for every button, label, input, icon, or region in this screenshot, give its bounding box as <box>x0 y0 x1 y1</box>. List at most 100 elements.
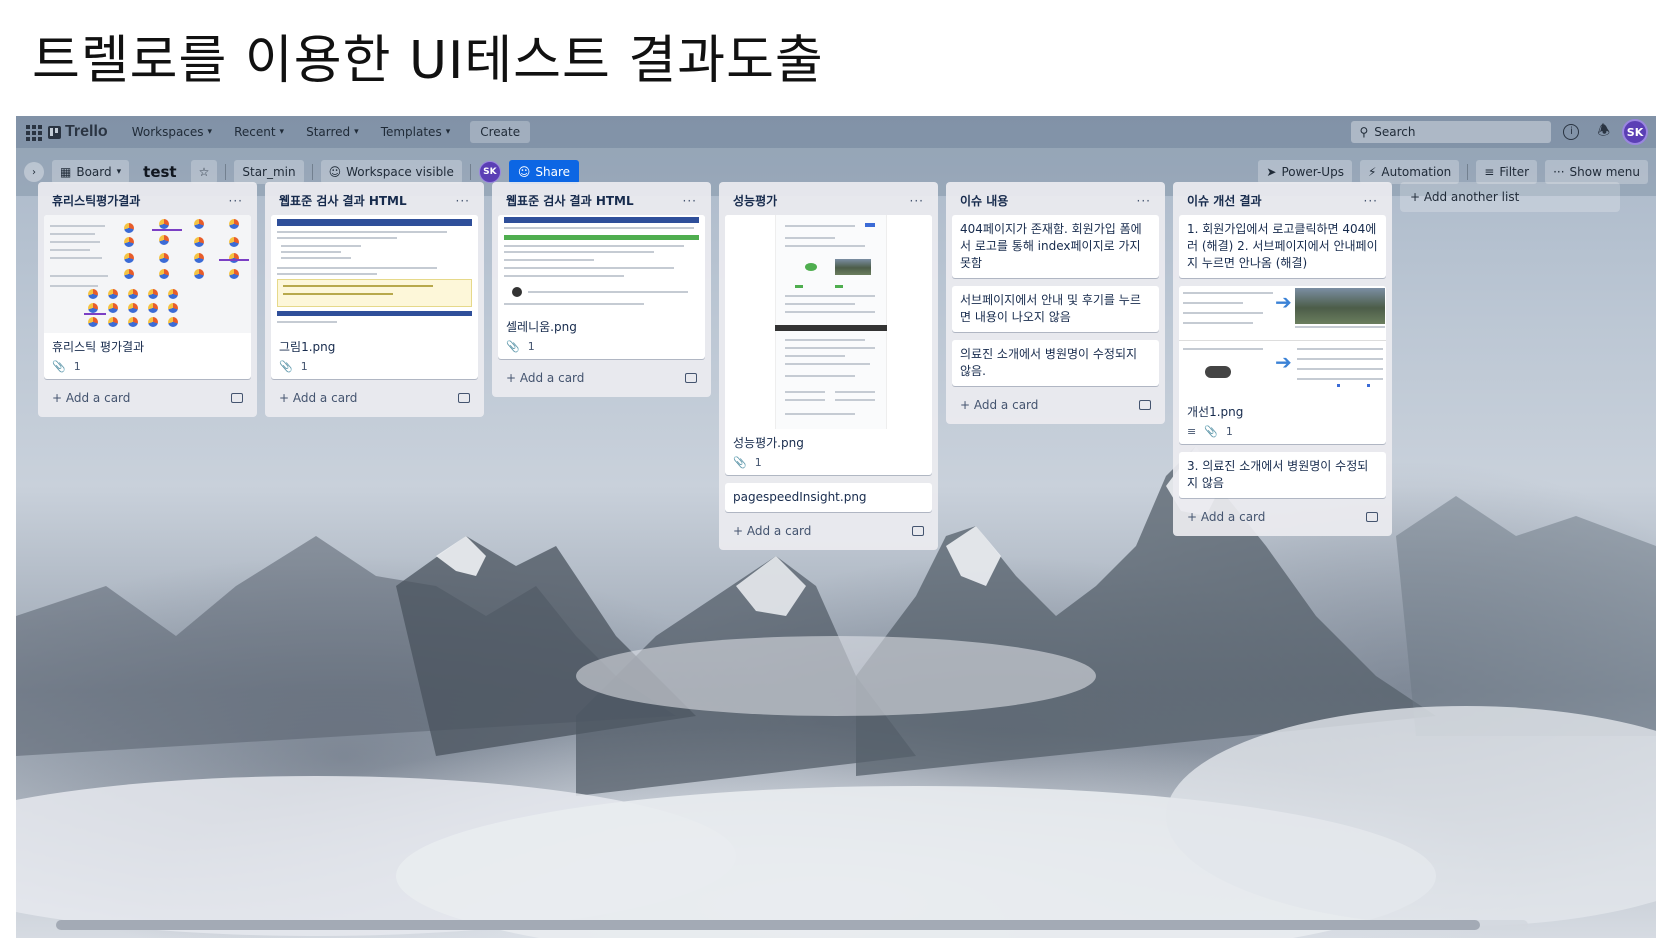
template-icon[interactable] <box>231 393 243 403</box>
add-card-label: Add a card <box>1200 510 1266 524</box>
list-issues: 이슈 내용 ··· 404페이지가 존재함. 회원가입 폼에서 로고를 통해 i… <box>946 182 1165 424</box>
template-icon[interactable] <box>1139 400 1151 410</box>
board-title[interactable]: test <box>137 163 182 181</box>
plus-icon: + <box>52 391 66 405</box>
list-title[interactable]: 이슈 개선 결과 <box>1187 192 1262 209</box>
nav-recent[interactable]: Recent ▾ <box>226 121 292 143</box>
add-card-button[interactable]: + Add a card <box>271 387 478 409</box>
card-title: 개선1.png <box>1187 405 1244 419</box>
card-title: 3. 의료진 소개에서 병원명이 수정되지 않음 <box>1187 459 1369 490</box>
card[interactable]: 서브페이지에서 안내 및 후기를 누르면 내용이 나오지 않음 <box>952 286 1159 332</box>
card[interactable]: 1. 회원가입에서 로고클릭하면 404에러 (해결) 2. 서브페이지에서 안… <box>1179 215 1386 278</box>
add-card-button[interactable]: + Add a card <box>44 387 251 409</box>
list-heuristic: 휴리스틱평가결과 ··· 휴리스틱 평가결과 📎 1 + Add a card <box>38 182 257 417</box>
list-title[interactable]: 이슈 내용 <box>960 192 1008 209</box>
automation-button[interactable]: ⚡ Automation <box>1359 160 1460 184</box>
sidebar-toggle[interactable]: › <box>24 162 44 182</box>
template-icon[interactable] <box>458 393 470 403</box>
card[interactable]: ➔ ➔ 개선1.png ≡ 📎 1 <box>1179 286 1386 444</box>
add-list-label: Add another list <box>1423 190 1520 204</box>
card[interactable]: 성능평가.png 📎 1 <box>725 215 932 475</box>
attachment-count: 1 <box>527 340 535 353</box>
star-button[interactable]: ☆ <box>190 160 218 184</box>
nav-templates[interactable]: Templates ▾ <box>373 121 459 143</box>
avatar[interactable]: SK <box>1622 119 1648 145</box>
more-icon[interactable]: ··· <box>1137 194 1151 208</box>
nav-recent-label: Recent <box>234 125 276 139</box>
share-button[interactable]: ☺ Share <box>508 160 580 184</box>
slide-title: 트렐로를 이용한 UI테스트 결과도출 <box>32 31 824 91</box>
filter-icon: ≡ <box>1484 165 1495 179</box>
more-icon[interactable]: ··· <box>229 194 243 208</box>
bell-icon[interactable]: 🕭 <box>1597 120 1610 144</box>
visibility-button[interactable]: ☺ Workspace visible <box>320 160 462 184</box>
card[interactable]: 휴리스틱 평가결과 📎 1 <box>44 215 251 379</box>
show-menu-label: Show menu <box>1569 165 1640 179</box>
more-icon[interactable]: ··· <box>683 194 697 208</box>
attachment-count: 1 <box>1225 425 1233 438</box>
add-card-button[interactable]: + Add a card <box>725 520 932 542</box>
member-avatar[interactable]: SK <box>478 161 501 183</box>
attachment-icon: 📎 <box>52 360 66 373</box>
apps-icon[interactable] <box>24 123 42 141</box>
add-card-button[interactable]: + Add a card <box>952 394 1159 416</box>
list-title[interactable]: 휴리스틱평가결과 <box>52 192 140 209</box>
card[interactable]: 404페이지가 존재함. 회원가입 폼에서 로고를 통해 index페이지로 가… <box>952 215 1159 278</box>
scrollbar-thumb[interactable] <box>56 920 1480 930</box>
attachment-icon: 📎 <box>1204 425 1218 438</box>
more-icon[interactable]: ··· <box>456 194 470 208</box>
plus-icon: + <box>506 371 520 385</box>
powerups-button[interactable]: ➤ Power-Ups <box>1258 160 1352 184</box>
list-title[interactable]: 웹표준 검사 결과 HTML <box>506 192 634 209</box>
nav-workspaces[interactable]: Workspaces ▾ <box>124 121 220 143</box>
nav-starred[interactable]: Starred ▾ <box>298 121 367 143</box>
card[interactable]: 그림1.png 📎 1 <box>271 215 478 379</box>
automation-icon: ⚡ <box>1367 165 1377 179</box>
attachment-count: 1 <box>300 360 308 373</box>
board-view-label: Board <box>76 165 112 179</box>
nav-templates-label: Templates <box>380 125 442 139</box>
list-header: 성능평가 ··· <box>725 188 932 215</box>
description-icon: ≡ <box>1187 425 1197 438</box>
card-badges: 📎 1 <box>52 360 243 373</box>
add-card-button[interactable]: + Add a card <box>1179 506 1386 528</box>
list-performance: 성능평가 ··· 성능평가.png 📎 1 pagespeedInsight.p… <box>719 182 938 550</box>
template-icon[interactable] <box>912 526 924 536</box>
card[interactable]: 3. 의료진 소개에서 병원명이 수정되지 않음 <box>1179 452 1386 498</box>
card[interactable]: 셀레니움.png 📎 1 <box>498 215 705 359</box>
card-title: 의료진 소개에서 병원명이 수정되지 않음. <box>960 347 1138 378</box>
add-card-label: Add a card <box>292 391 358 405</box>
search-input[interactable]: ⚲ Search <box>1351 121 1552 143</box>
list-title[interactable]: 성능평가 <box>733 192 777 209</box>
nav-workspaces-label: Workspaces <box>131 125 204 139</box>
search-placeholder: Search <box>1374 125 1416 139</box>
template-icon[interactable] <box>685 373 697 383</box>
card[interactable]: 의료진 소개에서 병원명이 수정되지 않음. <box>952 340 1159 386</box>
chevron-down-icon: ▾ <box>445 127 451 137</box>
add-list-button[interactable]: + Add another list <box>1400 182 1620 212</box>
add-card-button[interactable]: + Add a card <box>498 367 705 389</box>
more-icon[interactable]: ··· <box>910 194 924 208</box>
attachment-icon: 📎 <box>279 360 293 373</box>
more-icon[interactable]: ··· <box>1364 194 1378 208</box>
info-icon[interactable]: i <box>1563 124 1580 140</box>
trello-logo[interactable]: Trello <box>48 123 108 141</box>
attachment-count: 1 <box>73 360 81 373</box>
board-view-switcher[interactable]: ▦ Board ▾ <box>52 160 130 184</box>
card-cover-image <box>44 215 251 333</box>
list-header: 웹표준 검사 결과 HTML ··· <box>271 188 478 215</box>
plus-icon: + <box>1187 510 1201 524</box>
create-button[interactable]: Create <box>470 121 531 143</box>
template-icon[interactable] <box>1366 512 1378 522</box>
card-title: 404페이지가 존재함. 회원가입 폼에서 로고를 통해 index페이지로 가… <box>960 222 1142 270</box>
list-title[interactable]: 웹표준 검사 결과 HTML <box>279 192 407 209</box>
powerups-icon: ➤ <box>1266 165 1277 179</box>
card[interactable]: pagespeedInsight.png <box>725 483 932 512</box>
filter-button[interactable]: ≡ Filter <box>1476 160 1538 184</box>
add-person-icon: ☺ <box>517 165 531 179</box>
horizontal-scrollbar[interactable] <box>56 920 1528 930</box>
show-menu-button[interactable]: ··· Show menu <box>1545 160 1648 184</box>
automation-label: Automation <box>1381 165 1452 179</box>
card-badges: 📎 1 <box>279 360 470 373</box>
workspace-button[interactable]: Star_min <box>234 160 304 184</box>
